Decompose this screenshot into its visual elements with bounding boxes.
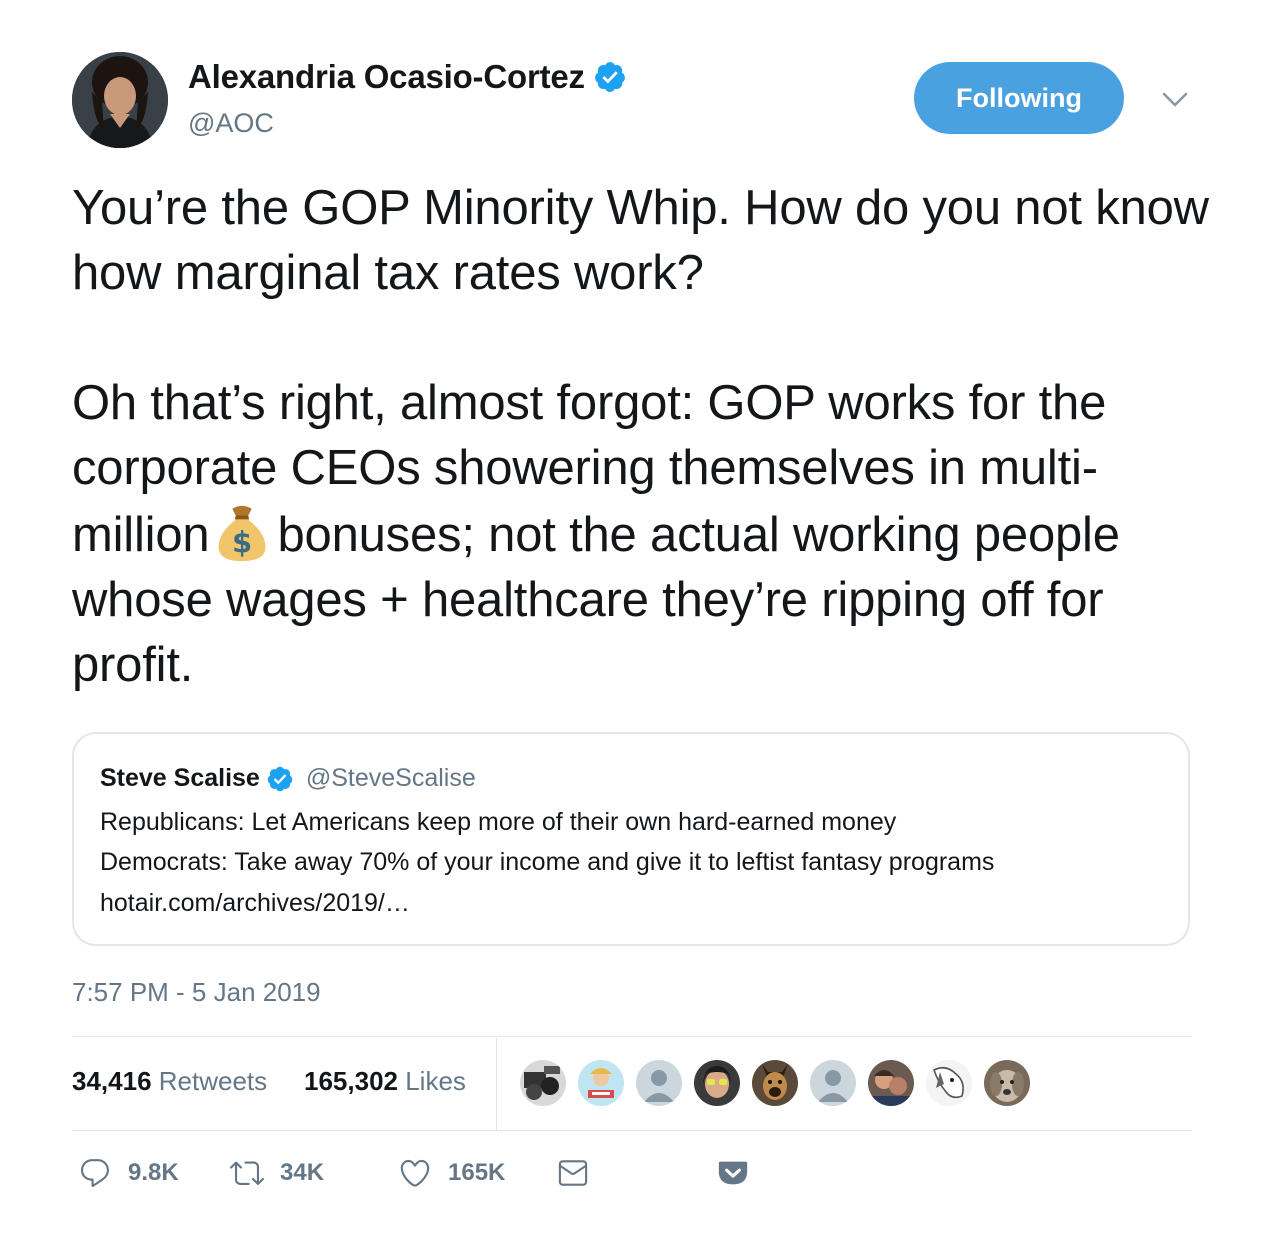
pocket-button[interactable] [716, 1156, 750, 1190]
retweets-stat[interactable]: 34,416 Retweets [72, 1066, 267, 1097]
stats-vertical-divider [496, 1038, 497, 1130]
quoted-handle: @SteveScalise [305, 764, 476, 792]
retweet-icon [230, 1161, 264, 1185]
svg-text:$: $ [232, 525, 252, 559]
author-handle[interactable]: @AOC [188, 108, 274, 139]
tweet-detail: Alexandria Ocasio-Cortez @AOC Following … [0, 0, 1266, 1250]
quoted-tweet-header: Steve Scalise @SteveScalise [100, 764, 476, 793]
liker-avatar-5[interactable] [752, 1060, 798, 1106]
following-button[interactable]: Following [914, 62, 1124, 134]
liker-avatar-9[interactable] [984, 1060, 1030, 1106]
likes-stat[interactable]: 165,302 Likes [304, 1066, 466, 1097]
liker-avatar-6[interactable] [810, 1060, 856, 1106]
likes-count: 165,302 [304, 1066, 398, 1096]
stats-top-divider [72, 1036, 1192, 1037]
reply-button[interactable]: 9.8K [78, 1156, 179, 1190]
pocket-icon [718, 1161, 748, 1185]
liker-avatars [520, 1060, 1042, 1106]
chevron-down-icon[interactable] [1160, 88, 1190, 112]
liker-avatar-1[interactable] [520, 1060, 566, 1106]
liker-avatar-3[interactable] [636, 1060, 682, 1106]
liker-avatar-8[interactable] [926, 1060, 972, 1106]
quoted-text-line-2: Democrats: Take away 70% of your income … [100, 848, 995, 876]
tweet-paragraph-2: Oh that’s right, almost forgot: GOP work… [72, 371, 1212, 698]
retweet-button[interactable]: 34K [230, 1156, 324, 1190]
reply-icon [80, 1159, 109, 1188]
reply-count: 9.8K [128, 1159, 179, 1186]
like-count: 165K [448, 1159, 506, 1186]
retweets-count: 34,416 [72, 1066, 152, 1096]
stats-bottom-divider [72, 1130, 1192, 1131]
action-bar: 9.8K 34K 165K [0, 1156, 1266, 1196]
retweet-count: 34K [280, 1159, 325, 1186]
quoted-text-line-1: Republicans: Let Americans keep more of … [100, 808, 897, 836]
liker-avatar-4[interactable] [694, 1060, 740, 1106]
quoted-tweet[interactable]: Steve Scalise @SteveScalise Republicans:… [72, 732, 1190, 946]
direct-message-button[interactable] [556, 1156, 590, 1190]
like-button[interactable]: 165K [398, 1156, 505, 1190]
verified-badge-icon [594, 62, 625, 92]
envelope-icon [558, 1160, 588, 1186]
author-name-row: Alexandria Ocasio-Cortez [188, 58, 627, 96]
tweet-paragraph-1: You’re the GOP Minority Whip. How do you… [72, 181, 1209, 300]
tweet-text: You’re the GOP Minority Whip. How do you… [72, 176, 1212, 698]
author-avatar[interactable] [72, 52, 168, 148]
liker-avatar-7[interactable] [868, 1060, 914, 1106]
author-avatar-image [72, 52, 168, 148]
liker-avatar-2[interactable] [578, 1060, 624, 1106]
quoted-link[interactable]: hotair.com/archives/2019/… [100, 889, 410, 918]
author-display-name[interactable]: Alexandria Ocasio-Cortez [188, 58, 585, 96]
money-bag-icon: $ [219, 505, 266, 562]
quoted-display-name: Steve Scalise [100, 764, 260, 792]
tweet-timestamp[interactable]: 7:57 PM - 5 Jan 2019 [72, 977, 321, 1008]
quoted-verified-badge-icon [267, 766, 293, 791]
retweets-label: Retweets [158, 1066, 268, 1096]
likes-label: Likes [405, 1066, 466, 1096]
heart-icon [400, 1159, 430, 1187]
